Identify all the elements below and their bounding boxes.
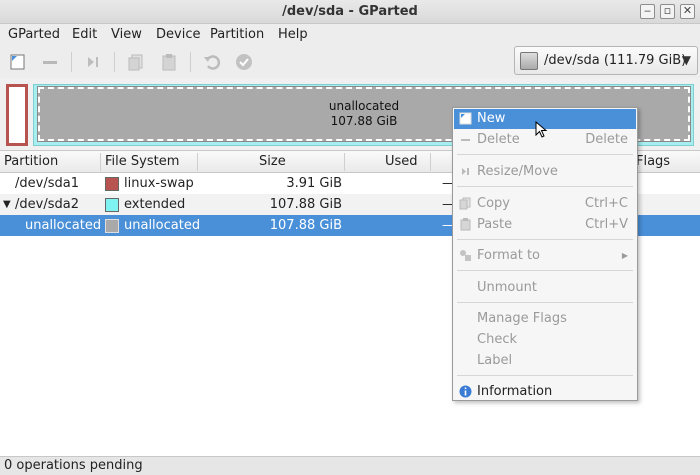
menu-item-label: Information — [477, 384, 553, 399]
expander-icon[interactable]: ▼ — [3, 199, 11, 210]
menu-bar: GParted Edit View Device Partition Help — [0, 24, 700, 46]
column-size[interactable]: Size — [259, 154, 286, 169]
menu-item-resize-move[interactable]: Resize/Move — [454, 162, 636, 182]
menu-item-accelerator: Ctrl+C — [584, 196, 628, 211]
menu-gparted[interactable]: GParted — [8, 27, 60, 42]
cell-filesystem: unallocated — [124, 218, 201, 233]
column-used[interactable]: Used — [385, 154, 418, 169]
menu-view[interactable]: View — [111, 27, 142, 42]
paste-icon[interactable] — [160, 53, 178, 71]
info-icon — [459, 385, 472, 398]
menu-separator — [457, 186, 633, 187]
filesystem-color-swatch — [105, 177, 119, 191]
delete-icon[interactable] — [41, 53, 59, 71]
menu-separator — [457, 239, 633, 240]
minimize-button[interactable]: ‒ — [640, 4, 655, 19]
status-bar: 0 operations pending — [0, 456, 700, 475]
harddisk-icon — [520, 52, 538, 70]
menu-item-check[interactable]: Check — [454, 330, 636, 350]
column-separator — [344, 153, 345, 171]
copy-icon[interactable] — [127, 53, 145, 71]
column-separator — [430, 153, 431, 171]
menu-item-label: Resize/Move — [477, 164, 558, 179]
cell-partition: /dev/sda1 — [15, 176, 79, 191]
resize-move-icon — [462, 168, 469, 175]
menu-item-label: Copy — [477, 196, 510, 211]
toolbar-separator — [71, 52, 72, 72]
resize-move-icon[interactable] — [84, 53, 102, 71]
column-separator — [197, 153, 198, 171]
menu-separator — [457, 302, 633, 303]
menu-separator — [457, 270, 633, 271]
cell-partition: /dev/sda2 — [15, 197, 79, 212]
toolbar-separator — [190, 52, 191, 72]
menu-item-label: Label — [477, 353, 513, 368]
menu-separator — [457, 375, 633, 376]
menu-item-information[interactable]: Information — [454, 382, 636, 402]
apply-icon[interactable] — [235, 53, 253, 71]
undo-icon[interactable] — [203, 53, 221, 71]
menu-item-copy[interactable]: Copy Ctrl+C — [454, 194, 636, 214]
toolbar-separator — [114, 52, 115, 72]
menu-item-label: Format to — [477, 248, 540, 263]
cell-size: 107.88 GiB — [269, 197, 342, 212]
close-button[interactable]: ✕ — [680, 4, 695, 19]
menu-item-label: Manage Flags — [477, 311, 567, 326]
menu-help[interactable]: Help — [278, 27, 308, 42]
device-selector[interactable]: /dev/sda (111.79 GiB) ▼ — [514, 46, 698, 75]
menu-partition[interactable]: Partition — [210, 27, 264, 42]
chevron-down-icon: ▼ — [681, 53, 691, 67]
device-label: /dev/sda (111.79 GiB) — [544, 53, 687, 68]
maximize-button[interactable]: ▫ — [660, 4, 675, 19]
menu-item-label: Check — [477, 332, 517, 347]
cell-size: 3.91 GiB — [286, 176, 342, 191]
menu-item-label: New — [477, 111, 506, 126]
copy-icon — [459, 197, 471, 210]
menu-item-paste[interactable]: Paste Ctrl+V — [454, 215, 636, 235]
new-icon[interactable] — [9, 53, 27, 71]
menu-item-label-partition[interactable]: Label — [454, 351, 636, 371]
menu-item-label: Unmount — [477, 280, 537, 295]
submenu-arrow-icon: ▶ — [621, 251, 628, 260]
column-filesystem[interactable]: File System — [105, 154, 179, 169]
menu-edit[interactable]: Edit — [72, 27, 97, 42]
menu-item-manage-flags[interactable]: Manage Flags — [454, 309, 636, 329]
filesystem-color-swatch — [105, 219, 119, 233]
format-icon — [460, 250, 471, 261]
cell-partition: unallocated — [25, 218, 102, 233]
mouse-cursor-icon — [535, 121, 548, 138]
window-title: /dev/sda - GParted — [282, 4, 418, 19]
menu-item-format-to[interactable]: Format to ▶ — [454, 246, 636, 266]
map-partition-sda1[interactable] — [6, 84, 28, 146]
column-partition[interactable]: Partition — [4, 154, 58, 169]
delete-icon — [461, 139, 470, 141]
menu-separator — [457, 154, 633, 155]
filesystem-color-swatch — [105, 198, 119, 212]
new-icon — [459, 112, 472, 125]
menu-item-accelerator: Delete — [585, 132, 628, 147]
column-flags[interactable]: Flags — [636, 154, 670, 169]
status-text: 0 operations pending — [4, 458, 143, 473]
paste-icon — [460, 218, 471, 231]
title-bar: /dev/sda - GParted ‒ ▫ ✕ — [0, 0, 700, 24]
cell-filesystem: linux-swap — [124, 176, 194, 191]
column-separator — [100, 153, 101, 171]
context-menu: New Delete Delete Resize/Move Copy Ctrl+… — [452, 107, 638, 401]
menu-item-label: Delete — [477, 132, 520, 147]
menu-item-label: Paste — [477, 217, 513, 232]
cell-size: 107.88 GiB — [269, 218, 342, 233]
menu-item-unmount[interactable]: Unmount — [454, 278, 636, 298]
cell-filesystem: extended — [124, 197, 186, 212]
menu-item-accelerator: Ctrl+V — [585, 217, 628, 232]
menu-device[interactable]: Device — [156, 27, 200, 42]
